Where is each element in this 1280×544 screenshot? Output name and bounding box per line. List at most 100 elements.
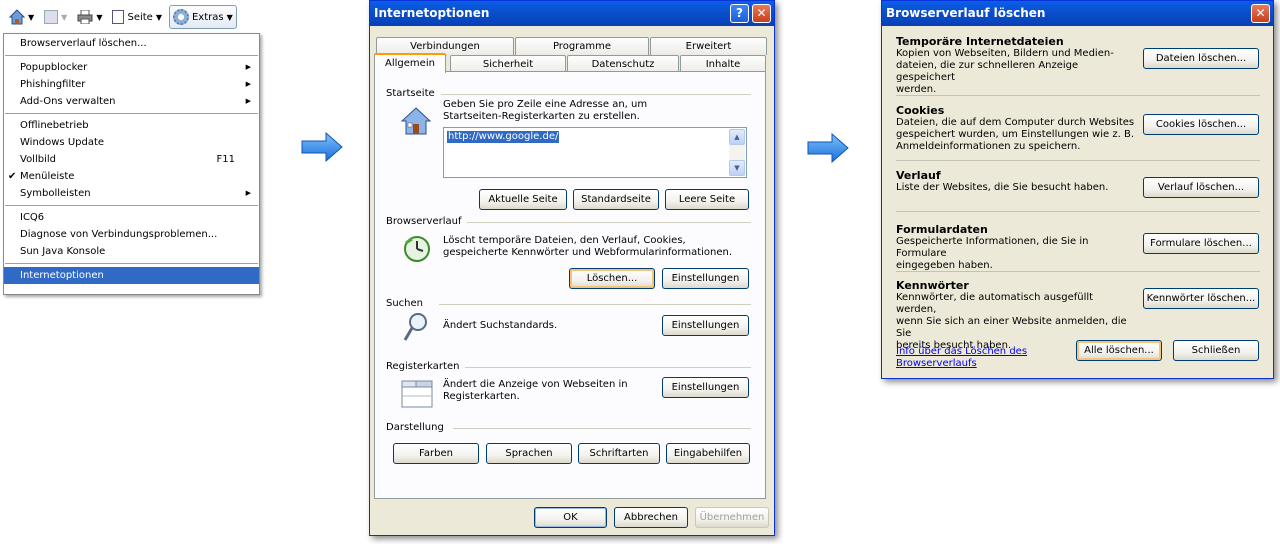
menu-item-label: ICQ6 (20, 212, 45, 223)
languages-button[interactable]: Sprachen (486, 443, 572, 464)
info-link[interactable]: Info über das Löschen des Browserverlauf… (896, 346, 1027, 370)
delete-section: Cookies Dateien, die auf dem Computer dur… (896, 104, 1136, 153)
home-button[interactable]: ▼ (6, 5, 37, 29)
chevron-down-icon: ▼ (155, 12, 162, 22)
print-button[interactable]: ▼ (74, 5, 105, 29)
delete-section: Verlauf Liste der Websites, die Sie besuc… (896, 169, 1136, 194)
checkmark-icon: ✔ (8, 171, 17, 182)
close-icon[interactable]: ✕ (752, 4, 771, 23)
search-settings-button[interactable]: Einstellungen (662, 315, 749, 336)
page-menu-label: Seite (127, 11, 153, 23)
close-button[interactable]: Schließen (1173, 340, 1259, 361)
menu-separator (5, 263, 258, 264)
dialog-title: Browserverlauf löschen (886, 6, 1046, 20)
tab-allgemein[interactable]: Allgemein (374, 53, 446, 73)
menu-item[interactable]: Phishingfilter ▶ (4, 76, 259, 93)
history-icon (403, 235, 431, 263)
ie-extras-panel: ▼ ▼ ▼ Seite ▼ Extras ▼ Browserverlauf lö… (3, 0, 260, 297)
section-description-line: gespeichert wurden, um Einstellungen wie… (896, 129, 1134, 140)
section-title: Verlauf (896, 169, 941, 182)
section-delete-button[interactable]: Verlauf löschen... (1143, 177, 1259, 198)
url-scrollbar[interactable]: ▲ ▼ (729, 129, 745, 176)
delete-section: Formulardaten Gespeicherte Informationen,… (896, 223, 1136, 272)
startseite-desc-1: Geben Sie pro Zeile eine Adresse an, um (443, 99, 648, 110)
menu-item-label: Offlinebetrieb (20, 120, 89, 131)
section-description-line: Dateien, die auf dem Computer durch Webs… (896, 117, 1135, 128)
fonts-button[interactable]: Schriftarten (578, 443, 660, 464)
feeds-button[interactable]: ▼ (41, 5, 70, 29)
tab-erweitert[interactable]: Erweitert (650, 37, 767, 55)
tabs-settings-button[interactable]: Einstellungen (662, 377, 749, 398)
menu-item[interactable]: Add-Ons verwalten ▶ (4, 93, 259, 110)
group-divider (453, 428, 751, 429)
menu-separator (5, 205, 258, 206)
ok-button[interactable]: OK (534, 507, 607, 528)
chevron-down-icon: ▼ (28, 12, 35, 22)
house-icon (400, 106, 432, 136)
extras-menu-button[interactable]: Extras ▼ (168, 5, 237, 29)
menu-item[interactable]: ICQ6 (4, 209, 259, 226)
page-menu-button[interactable]: Seite ▼ (109, 5, 165, 29)
gear-icon (172, 9, 189, 25)
default-page-button[interactable]: Standardseite (573, 189, 659, 210)
submenu-arrow-icon: ▶ (245, 63, 251, 71)
dialog-title: Internetoptionen (374, 6, 490, 20)
section-description-line: Liste der Websites, die Sie besucht habe… (896, 182, 1109, 193)
section-delete-button[interactable]: Kennwörter löschen... (1143, 288, 1259, 309)
menu-item[interactable]: Browserverlauf löschen... (4, 35, 259, 52)
menu-item[interactable]: Windows Update (4, 134, 259, 151)
section-divider (896, 160, 1260, 161)
menu-item[interactable]: Internetoptionen (4, 267, 259, 284)
feed-icon (44, 10, 59, 24)
delete-all-button[interactable]: Alle löschen... (1076, 340, 1162, 361)
current-page-button[interactable]: Aktuelle Seite (479, 189, 567, 210)
apply-button[interactable]: Übernehmen (695, 507, 769, 528)
print-icon (77, 10, 93, 24)
delete-section: Temporäre Internetdateien Kopien von Webs… (896, 35, 1136, 96)
section-divider (896, 95, 1260, 96)
group-divider (465, 222, 751, 223)
arrow-right-icon (806, 132, 850, 164)
browserverlauf-desc-1: Löscht temporäre Dateien, den Verlauf, C… (443, 235, 686, 246)
menu-item[interactable]: Offlinebetrieb (4, 117, 259, 134)
section-delete-button[interactable]: Cookies löschen... (1143, 114, 1259, 135)
group-title-browserverlauf: Browserverlauf (386, 216, 468, 227)
section-description-line: dateien, die zur schnelleren Anzeige ges… (896, 60, 1079, 83)
menu-item-label: Menüleiste (20, 171, 75, 182)
scroll-down-icon[interactable]: ▼ (729, 160, 745, 176)
tab-programme[interactable]: Programme (515, 37, 649, 55)
group-divider (435, 94, 751, 95)
menu-item[interactable]: ✔ Menüleiste (4, 168, 259, 185)
section-title: Formulardaten (896, 223, 988, 236)
menu-item[interactable]: Symbolleisten ▶ (4, 185, 259, 202)
menu-item[interactable]: Popupblocker ▶ (4, 59, 259, 76)
section-description-line: wenn Sie sich an einer Website anmelden,… (896, 316, 1127, 339)
menu-item[interactable]: Diagnose von Verbindungsproblemen... (4, 226, 259, 243)
startseite-desc-2: Startseiten-Registerkarten zu erstellen. (443, 111, 640, 122)
blank-page-button[interactable]: Leere Seite (665, 189, 749, 210)
browserverlauf-desc-2: gespeicherte Kennwörter und Webformulari… (443, 247, 733, 258)
menu-item-label: Internetoptionen (20, 270, 104, 281)
scroll-up-icon[interactable]: ▲ (729, 129, 745, 145)
dialog-titlebar: Internetoptionen ? ✕ (370, 1, 774, 26)
delete-history-button[interactable]: Löschen... (569, 268, 655, 289)
accessibility-button[interactable]: Eingabehilfen (666, 443, 750, 464)
close-icon[interactable]: ✕ (1251, 4, 1270, 23)
history-settings-button[interactable]: Einstellungen (662, 268, 749, 289)
section-delete-button[interactable]: Dateien löschen... (1143, 48, 1259, 69)
tab-label: Allgemein (385, 58, 435, 69)
menu-item-label: Symbolleisten (20, 188, 91, 199)
help-icon[interactable]: ? (730, 4, 749, 23)
colors-button[interactable]: Farben (393, 443, 479, 464)
menu-item-label: Vollbild (20, 154, 56, 165)
homepage-url-field[interactable]: http://www.google.de/ ▲ ▼ (443, 127, 747, 178)
delete-history-dialog: Browserverlauf löschen ✕ Temporäre Inter… (881, 0, 1274, 379)
menu-item-label: Add-Ons verwalten (20, 96, 116, 107)
cancel-button[interactable]: Abbrechen (614, 507, 688, 528)
section-delete-button[interactable]: Formulare löschen... (1143, 233, 1259, 254)
tab-label: Inhalte (705, 59, 741, 70)
menu-item-label: Browserverlauf löschen... (20, 38, 147, 49)
menu-item-label: Popupblocker (20, 62, 88, 73)
menu-item[interactable]: Vollbild F11 (4, 151, 259, 168)
menu-item[interactable]: Sun Java Konsole (4, 243, 259, 260)
